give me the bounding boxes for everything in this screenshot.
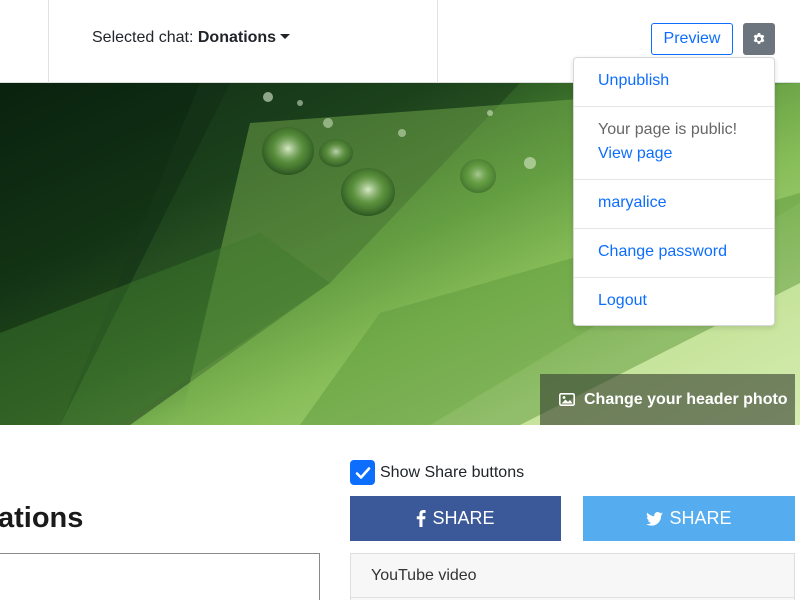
menu-item-public-status: Your page is public! View page bbox=[574, 107, 774, 180]
facebook-icon bbox=[416, 510, 427, 527]
change-password-link[interactable]: Change password bbox=[598, 243, 727, 260]
twitter-share-label: SHARE bbox=[669, 508, 732, 528]
selected-chat-label: Selected chat: bbox=[92, 29, 194, 46]
menu-item-logout[interactable]: Logout bbox=[574, 278, 774, 325]
show-share-checkbox[interactable] bbox=[350, 460, 375, 485]
facebook-share-button[interactable]: SHARE bbox=[350, 496, 561, 541]
facebook-share-label: SHARE bbox=[432, 508, 495, 528]
show-share-label: Show Share buttons bbox=[380, 463, 525, 481]
menu-item-username[interactable]: maryalice bbox=[574, 180, 774, 229]
menu-item-unpublish[interactable]: Unpublish bbox=[574, 58, 774, 107]
preview-button[interactable]: Preview bbox=[651, 23, 733, 55]
unpublish-link[interactable]: Unpublish bbox=[598, 72, 669, 89]
page-title: ations bbox=[0, 502, 84, 534]
change-header-photo-button[interactable]: Change your header photo bbox=[540, 374, 795, 425]
image-icon bbox=[559, 393, 575, 406]
topbar-divider bbox=[48, 0, 49, 83]
gear-icon bbox=[753, 33, 765, 44]
twitter-share-button[interactable]: SHARE bbox=[583, 496, 795, 541]
caret-down-icon bbox=[280, 34, 291, 39]
menu-item-change-password[interactable]: Change password bbox=[574, 229, 774, 278]
settings-button[interactable] bbox=[743, 23, 775, 55]
checkmark-icon bbox=[355, 466, 370, 479]
youtube-video-label: YouTube video bbox=[371, 567, 477, 584]
description-box[interactable] bbox=[0, 553, 320, 600]
view-page-link[interactable]: View page bbox=[598, 142, 774, 166]
username-link[interactable]: maryalice bbox=[598, 194, 666, 211]
change-header-photo-label: Change your header photo bbox=[584, 390, 788, 408]
settings-dropdown-menu: Unpublish Your page is public! View page… bbox=[573, 57, 775, 326]
youtube-video-panel: YouTube video bbox=[350, 553, 795, 600]
selected-chat-value: Donations bbox=[197, 29, 277, 46]
selected-chat-dropdown[interactable]: Selected chat: Donations bbox=[92, 29, 291, 47]
twitter-icon bbox=[646, 511, 664, 526]
topbar-divider bbox=[437, 0, 438, 83]
panel-divider bbox=[351, 597, 794, 598]
public-status-text: Your page is public! bbox=[598, 121, 738, 138]
logout-link[interactable]: Logout bbox=[598, 292, 647, 309]
show-share-buttons-toggle[interactable]: Show Share buttons bbox=[350, 460, 524, 485]
